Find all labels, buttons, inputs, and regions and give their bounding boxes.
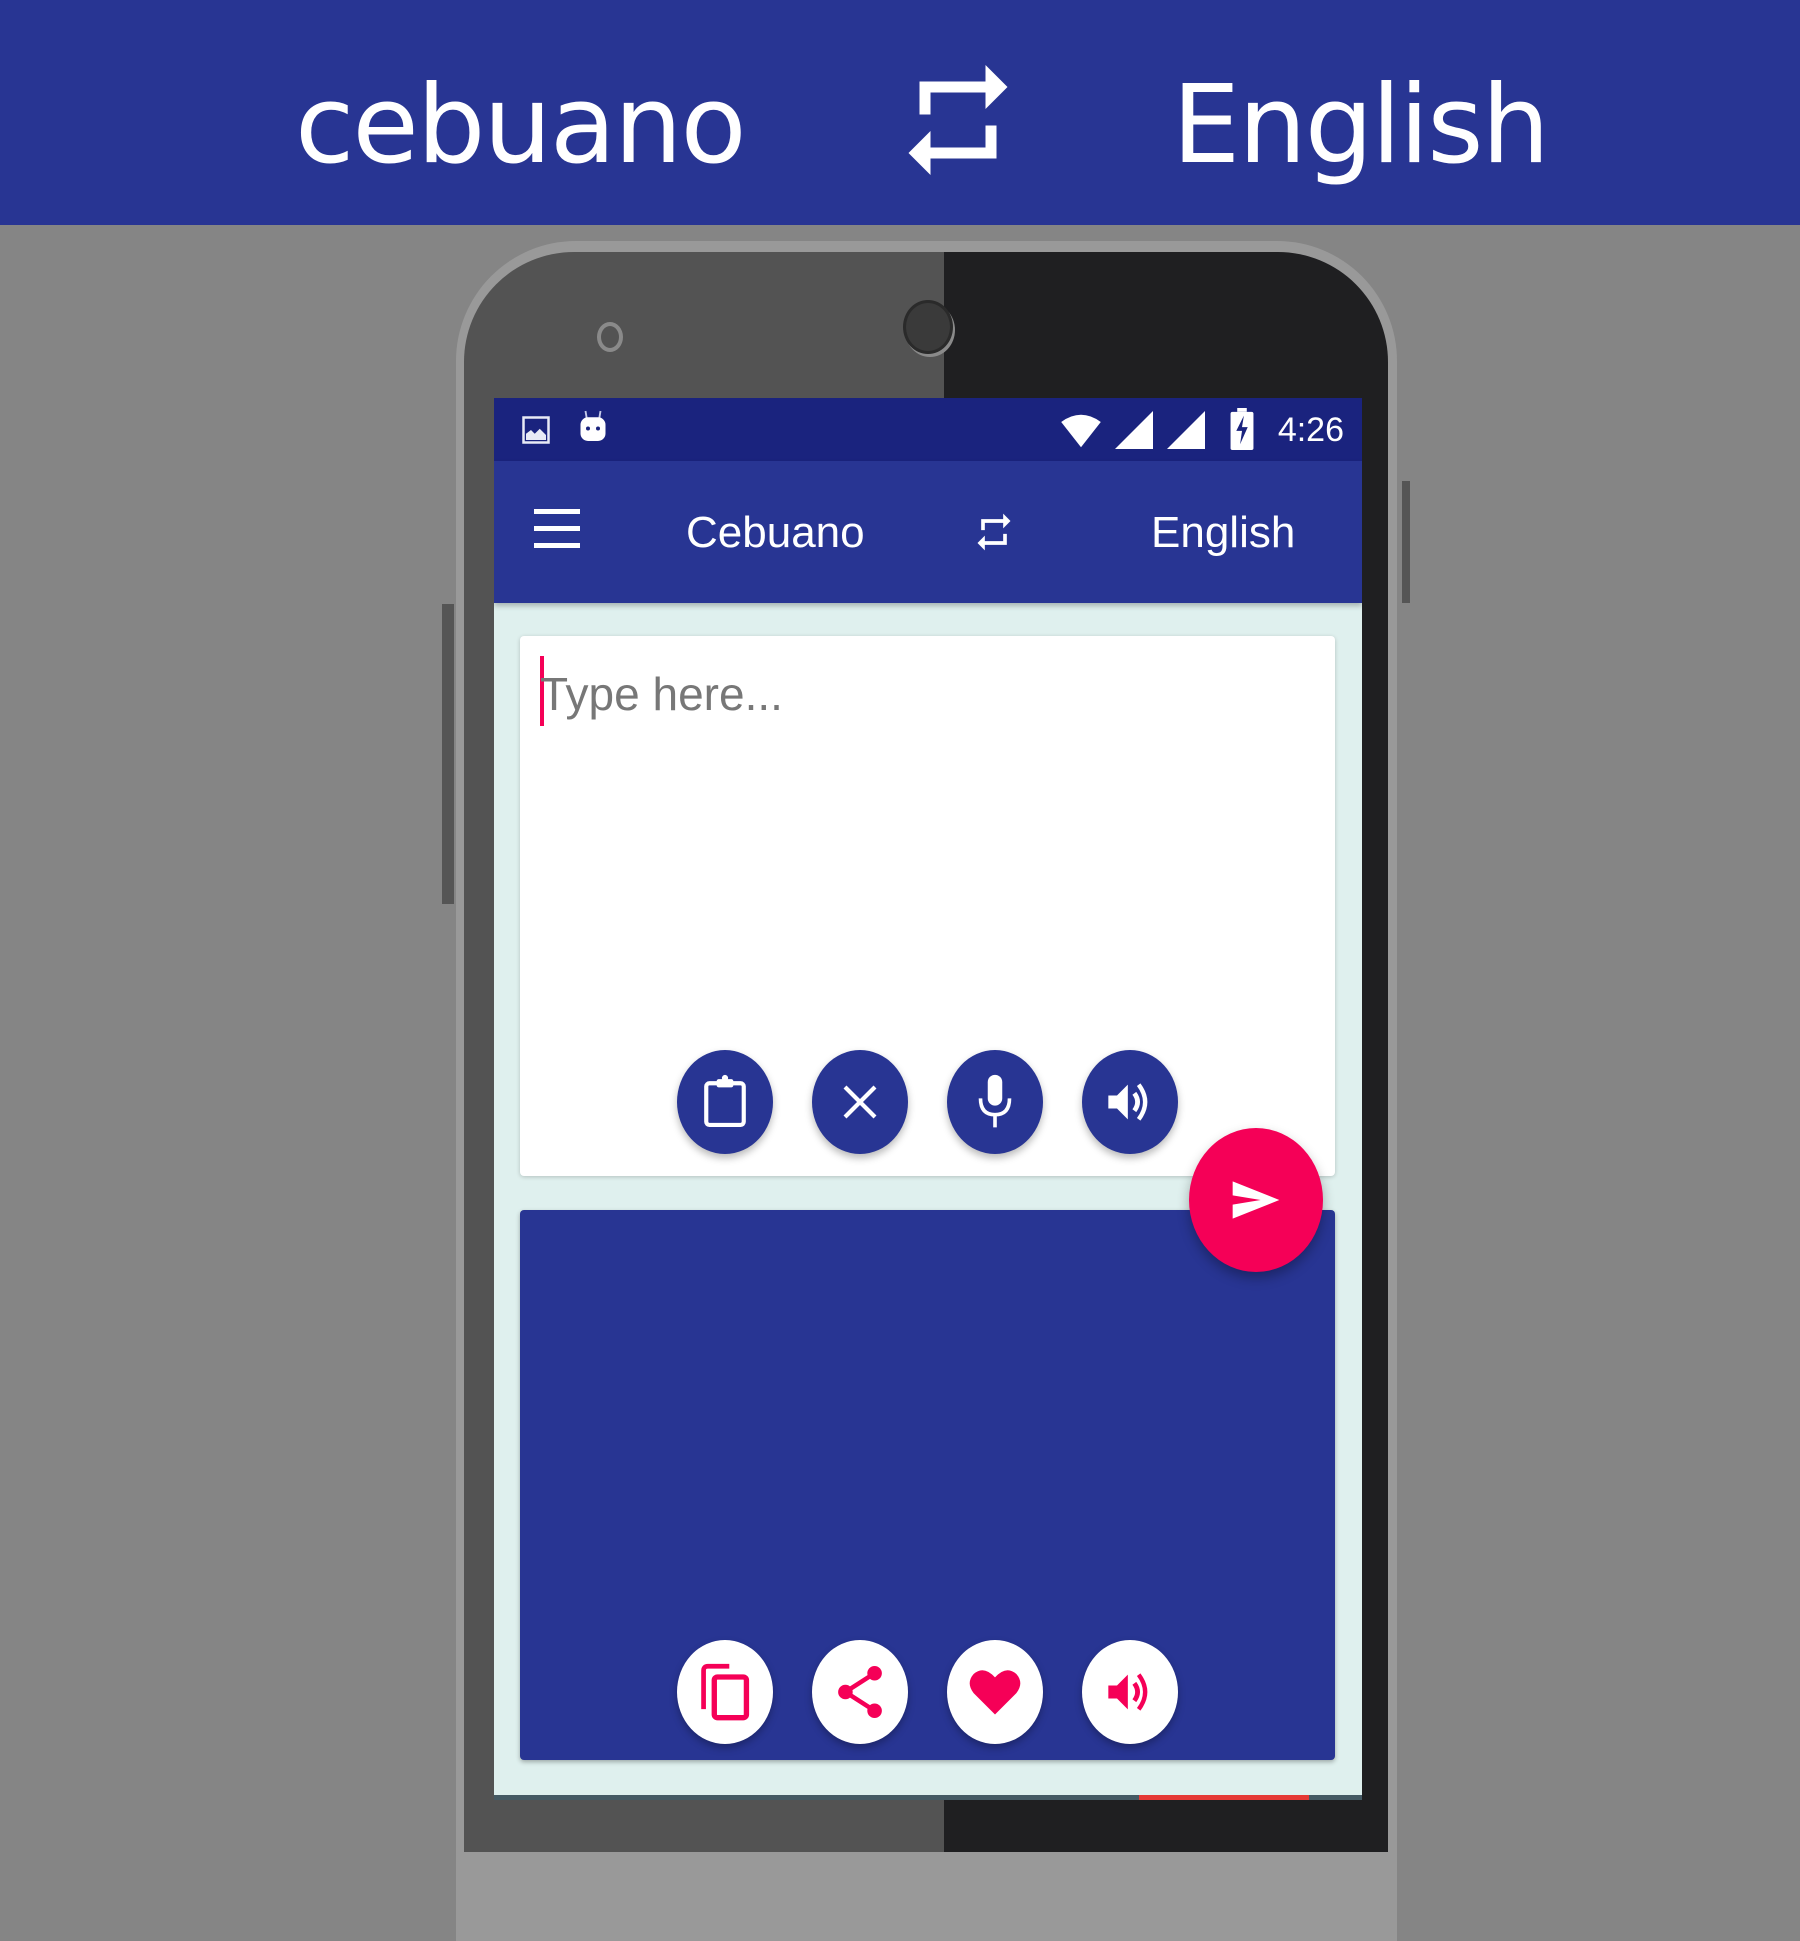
- status-bar: 4:26: [494, 398, 1362, 461]
- source-text-input[interactable]: [540, 664, 1300, 724]
- favorite-button[interactable]: [947, 1640, 1043, 1744]
- close-icon: [843, 1085, 877, 1119]
- send-icon: [1232, 1181, 1280, 1219]
- bottom-ad-accent: [1139, 1795, 1309, 1800]
- speak-input-button[interactable]: [1082, 1050, 1178, 1154]
- front-camera: [903, 300, 953, 354]
- clipboard-icon: [704, 1074, 746, 1128]
- voice-input-button[interactable]: [947, 1050, 1043, 1154]
- copy-icon: [701, 1663, 750, 1721]
- app-screen: 4:26 Cebuano English: [494, 398, 1362, 1800]
- android-icon: [580, 410, 606, 441]
- heart-icon: [969, 1670, 1021, 1715]
- app-bar: Cebuano English: [494, 461, 1362, 603]
- translate-button[interactable]: [1189, 1128, 1323, 1272]
- power-button: [1402, 481, 1410, 603]
- target-language-selector[interactable]: English: [1151, 507, 1295, 559]
- speak-output-button[interactable]: [1082, 1640, 1178, 1744]
- copy-button[interactable]: [677, 1640, 773, 1744]
- proximity-sensor: [597, 322, 623, 352]
- source-language-selector[interactable]: Cebuano: [686, 507, 865, 559]
- swap-arrows-icon: [908, 65, 1008, 175]
- clear-button[interactable]: [812, 1050, 908, 1154]
- clock: 4:26: [1277, 411, 1344, 449]
- share-button[interactable]: [812, 1640, 908, 1744]
- speaker-icon: [1108, 1083, 1148, 1121]
- banner-source-language: cebuano: [295, 63, 747, 188]
- promo-banner: cebuano English: [0, 0, 1800, 225]
- signal-icon: [1115, 411, 1153, 449]
- volume-button: [442, 604, 454, 904]
- speaker-icon: [1108, 1673, 1148, 1711]
- wifi-icon: [1061, 414, 1101, 448]
- signal-icon: [1167, 411, 1205, 449]
- input-card: [520, 636, 1335, 1176]
- gallery-icon: [522, 416, 550, 444]
- output-card: [520, 1210, 1335, 1760]
- battery-charging-icon: [1230, 408, 1254, 450]
- banner-target-language: English: [1172, 63, 1550, 188]
- hamburger-menu-icon[interactable]: [534, 509, 580, 549]
- share-icon: [838, 1665, 882, 1719]
- swap-arrows-icon[interactable]: [972, 505, 1016, 559]
- microphone-icon: [978, 1074, 1012, 1128]
- paste-button[interactable]: [677, 1050, 773, 1154]
